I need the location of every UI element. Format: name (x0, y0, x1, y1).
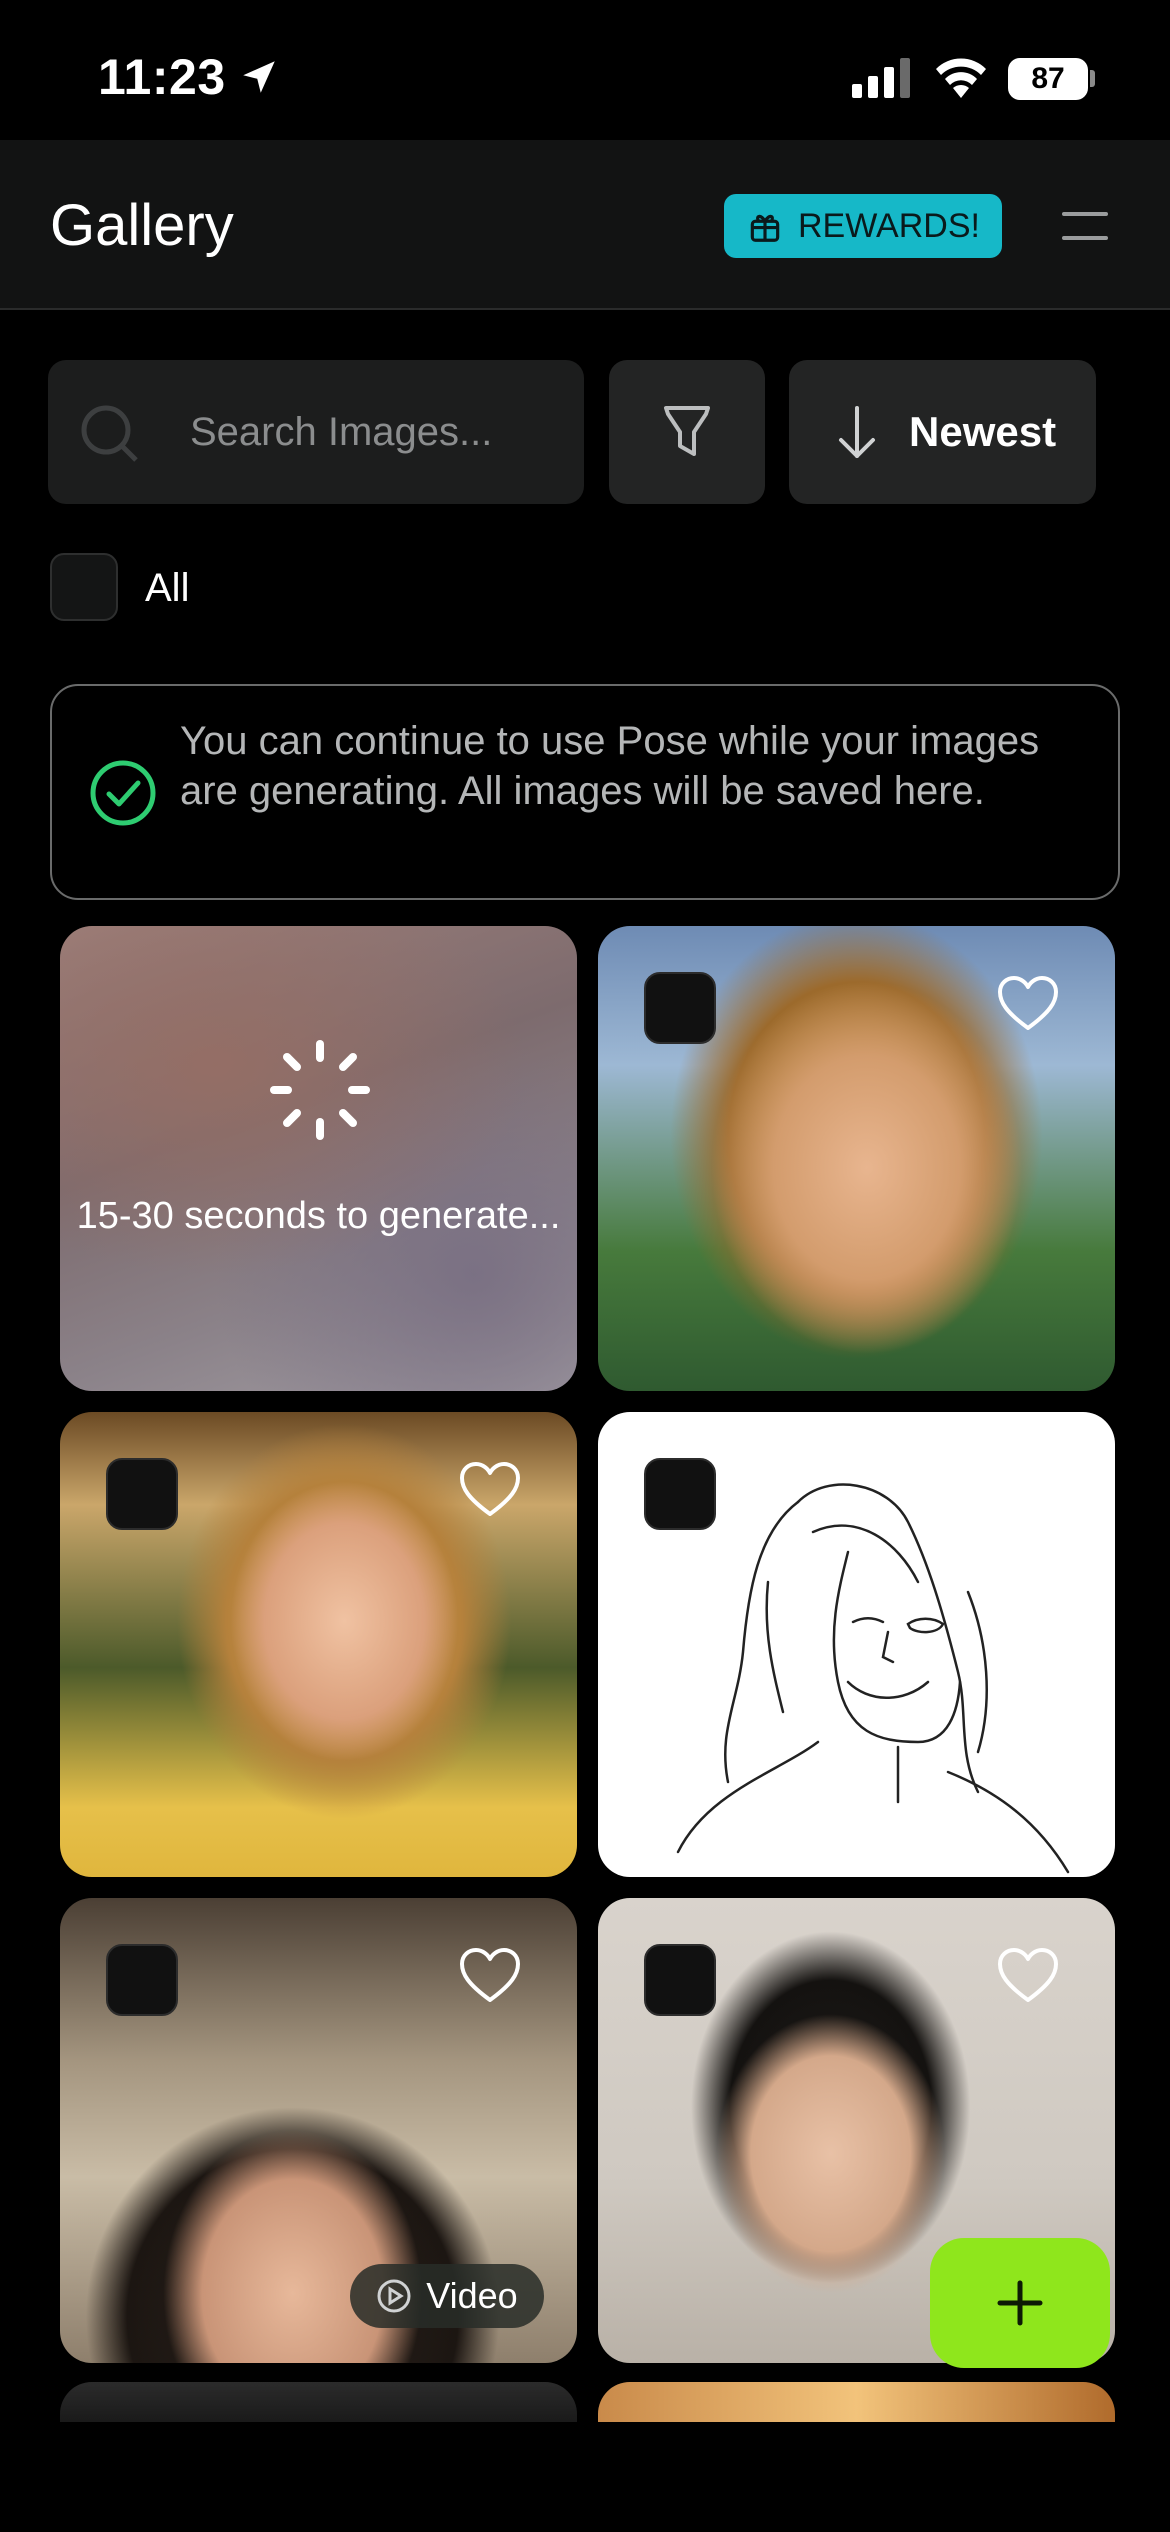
location-arrow-icon (243, 61, 275, 93)
page-title: Gallery (50, 193, 234, 258)
gallery-image[interactable] (60, 1412, 577, 1877)
filter-icon (664, 406, 710, 456)
sort-button[interactable]: Newest (789, 360, 1096, 504)
gallery-image[interactable] (598, 926, 1115, 1391)
bottom-area (0, 2422, 1170, 2532)
heart-icon[interactable] (458, 1460, 522, 1520)
notice-text: You can continue to use Pose while your … (180, 719, 1040, 813)
menu-icon[interactable] (1058, 206, 1112, 246)
arrow-down-icon (839, 406, 875, 458)
sort-label: Newest (909, 408, 1057, 455)
video-badge-label: Video (426, 2275, 518, 2316)
wifi-icon (936, 58, 986, 98)
image-select-checkbox[interactable] (644, 1944, 716, 2016)
image-select-checkbox[interactable] (106, 1944, 178, 2016)
gallery-video[interactable]: Video (60, 1898, 577, 2363)
gallery-image[interactable] (598, 2382, 1115, 2422)
rewards-label: REWARDS! (798, 206, 980, 245)
heart-icon[interactable] (996, 974, 1060, 1034)
play-circle-icon (377, 2279, 411, 2313)
plus-icon (997, 2280, 1043, 2326)
check-circle-icon (90, 760, 156, 826)
image-select-checkbox[interactable] (644, 1458, 716, 1530)
image-select-checkbox[interactable] (106, 1458, 178, 1530)
search-box[interactable] (48, 360, 584, 504)
gallery-image[interactable] (60, 2382, 577, 2422)
video-badge: Video (350, 2264, 544, 2328)
select-all-label: All (145, 566, 190, 610)
search-icon (81, 405, 138, 462)
battery-level: 87 (1031, 62, 1065, 95)
status-time: 11:23 (98, 49, 226, 105)
generating-tile: 15-30 seconds to generate... (60, 926, 577, 1391)
status-bar: 11:23 87 (0, 0, 1170, 140)
battery-cap (1090, 70, 1095, 87)
search-input[interactable] (190, 404, 560, 460)
heart-icon[interactable] (996, 1946, 1060, 2006)
gallery-image[interactable] (598, 1412, 1115, 1877)
image-select-checkbox[interactable] (644, 972, 716, 1044)
app-header: Gallery REWARDS! (0, 140, 1170, 310)
create-button[interactable] (930, 2238, 1110, 2368)
loading-spinner-icon (270, 1040, 370, 1140)
generating-text: 15-30 seconds to generate... (76, 1195, 561, 1237)
filter-button[interactable] (609, 360, 765, 504)
battery-indicator: 87 (1008, 58, 1088, 100)
cellular-signal-icon (852, 58, 910, 98)
heart-icon[interactable] (458, 1946, 522, 2006)
generation-notice: You can continue to use Pose while your … (50, 684, 1120, 900)
rewards-button[interactable]: REWARDS! (724, 194, 1002, 258)
gift-icon (750, 214, 780, 242)
select-all-checkbox[interactable] (50, 553, 118, 621)
